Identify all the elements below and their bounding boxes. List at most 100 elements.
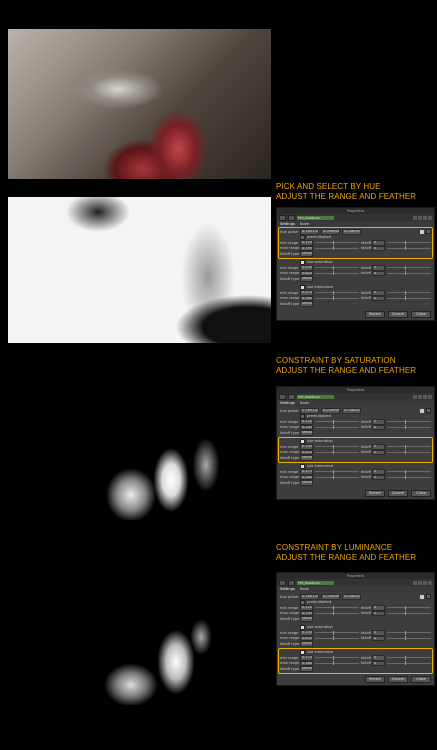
close-icon[interactable]: [428, 215, 432, 220]
falloff-type-select[interactable]: smooth: [300, 301, 313, 307]
lum-falloff-slider[interactable]: [387, 290, 431, 295]
falloff-type-select[interactable]: smooth: [300, 276, 313, 282]
lum-falloff-slider[interactable]: [387, 469, 431, 474]
expand-icon[interactable]: [288, 393, 295, 400]
node-name-field[interactable]: TFX_PixelHue1: [297, 394, 334, 399]
close-icon[interactable]: [428, 580, 432, 585]
hue-falloff2-slider[interactable]: [387, 425, 431, 430]
cancel-button[interactable]: Cancel: [388, 675, 408, 683]
sat-max-range-slider[interactable]: [315, 450, 359, 455]
lock-icon[interactable]: [279, 214, 286, 221]
hue-falloff2-field[interactable]: 0: [372, 424, 385, 430]
hue-max-range-slider[interactable]: [315, 246, 359, 251]
premultiplied-checkbox[interactable]: [300, 413, 305, 419]
lock-icon[interactable]: [279, 393, 286, 400]
premultiplied-checkbox[interactable]: [300, 234, 305, 240]
premultiplied-checkbox[interactable]: [300, 599, 305, 605]
sat-falloff2-field[interactable]: 0: [372, 270, 385, 276]
falloff-type-select[interactable]: smooth: [300, 430, 313, 436]
hue-falloff2-slider[interactable]: [387, 611, 431, 616]
node-name-field[interactable]: TFX_PixelHue1: [297, 215, 334, 220]
revert-button[interactable]: Revert: [365, 675, 385, 683]
hue-falloff-slider[interactable]: [387, 605, 431, 610]
hue-picker-b[interactable]: 0.038541: [342, 594, 361, 600]
falloff-type-select[interactable]: smooth: [300, 616, 313, 622]
lum-falloff2-slider[interactable]: [387, 475, 431, 480]
sat-falloff2-slider[interactable]: [387, 450, 431, 455]
hue-picker-r[interactable]: 0.165134: [300, 594, 319, 600]
use-luminance-checkbox[interactable]: [300, 463, 305, 469]
lum-max-range-slider[interactable]: [315, 296, 359, 301]
lum-falloff2-slider[interactable]: [387, 661, 431, 666]
hue-picker-b[interactable]: 0.038541: [342, 408, 361, 414]
tab-settings[interactable]: Settings: [280, 400, 295, 406]
sat-falloff2-field[interactable]: 0: [372, 635, 385, 641]
hue-picker-g[interactable]: 0.034906: [321, 408, 340, 414]
hue-falloff2-slider[interactable]: [387, 246, 431, 251]
close-button[interactable]: Close: [411, 310, 431, 318]
settings-icon[interactable]: [423, 580, 427, 585]
tab-node[interactable]: Node: [300, 400, 309, 406]
sat-falloff-slider[interactable]: [387, 630, 431, 635]
sat-falloff-slider[interactable]: [387, 265, 431, 270]
color-swatch[interactable]: [420, 230, 424, 234]
lum-falloff-slider[interactable]: [387, 655, 431, 660]
tab-settings[interactable]: Settings: [280, 586, 295, 592]
falloff-type-select[interactable]: smooth: [300, 251, 313, 257]
sat-falloff2-slider[interactable]: [387, 636, 431, 641]
tab-node[interactable]: Node: [300, 586, 309, 592]
use-luminance-checkbox[interactable]: [300, 284, 305, 290]
settings-icon[interactable]: [423, 394, 427, 399]
node-name-field[interactable]: TFX_PixelHue1: [297, 580, 334, 585]
sat-falloff-slider[interactable]: [387, 444, 431, 449]
eyedropper-icon[interactable]: [426, 594, 431, 600]
falloff-type-select[interactable]: smooth: [300, 666, 313, 672]
sat-min-range-slider[interactable]: [315, 444, 359, 449]
lum-min-range-slider[interactable]: [315, 655, 359, 660]
lum-max-range-slider[interactable]: [315, 475, 359, 480]
help-icon[interactable]: [418, 580, 422, 585]
hue-falloff2-field[interactable]: 0: [372, 610, 385, 616]
tab-settings[interactable]: Settings: [280, 221, 295, 227]
falloff-type-select[interactable]: smooth: [300, 480, 313, 486]
lum-max-range-slider[interactable]: [315, 661, 359, 666]
settings-icon[interactable]: [423, 215, 427, 220]
hue-falloff-slider[interactable]: [387, 240, 431, 245]
hue-picker-b[interactable]: 0.038541: [342, 229, 361, 235]
hue-min-range-slider[interactable]: [315, 240, 359, 245]
sat-min-range-slider[interactable]: [315, 265, 359, 270]
lock-icon[interactable]: [279, 579, 286, 586]
cancel-button[interactable]: Cancel: [388, 489, 408, 497]
lum-falloff2-field[interactable]: 0: [372, 474, 385, 480]
hue-max-range-slider[interactable]: [315, 425, 359, 430]
hue-min-range-slider[interactable]: [315, 419, 359, 424]
falloff-type-select[interactable]: smooth: [300, 455, 313, 461]
revert-button[interactable]: Revert: [365, 310, 385, 318]
eyedropper-icon[interactable]: [426, 229, 431, 235]
lum-falloff2-field[interactable]: 0: [372, 295, 385, 301]
close-button[interactable]: Close: [411, 675, 431, 683]
falloff-type-select[interactable]: smooth: [300, 641, 313, 647]
color-icon[interactable]: [413, 215, 417, 220]
use-saturation-checkbox[interactable]: [300, 259, 305, 265]
close-icon[interactable]: [428, 394, 432, 399]
use-luminance-checkbox[interactable]: [300, 649, 305, 655]
color-icon[interactable]: [413, 394, 417, 399]
sat-falloff2-field[interactable]: 0: [372, 449, 385, 455]
use-saturation-checkbox[interactable]: [300, 624, 305, 630]
color-swatch[interactable]: [420, 595, 424, 599]
hue-max-range-slider[interactable]: [315, 611, 359, 616]
use-saturation-checkbox[interactable]: [300, 438, 305, 444]
color-swatch[interactable]: [420, 409, 424, 413]
hue-falloff2-field[interactable]: 0: [372, 245, 385, 251]
help-icon[interactable]: [418, 215, 422, 220]
hue-min-range-slider[interactable]: [315, 605, 359, 610]
expand-icon[interactable]: [288, 579, 295, 586]
cancel-button[interactable]: Cancel: [388, 310, 408, 318]
help-icon[interactable]: [418, 394, 422, 399]
close-button[interactable]: Close: [411, 489, 431, 497]
lum-falloff2-field[interactable]: 0: [372, 660, 385, 666]
sat-falloff2-slider[interactable]: [387, 271, 431, 276]
sat-max-range-slider[interactable]: [315, 271, 359, 276]
hue-picker-r[interactable]: 0.165134: [300, 229, 319, 235]
